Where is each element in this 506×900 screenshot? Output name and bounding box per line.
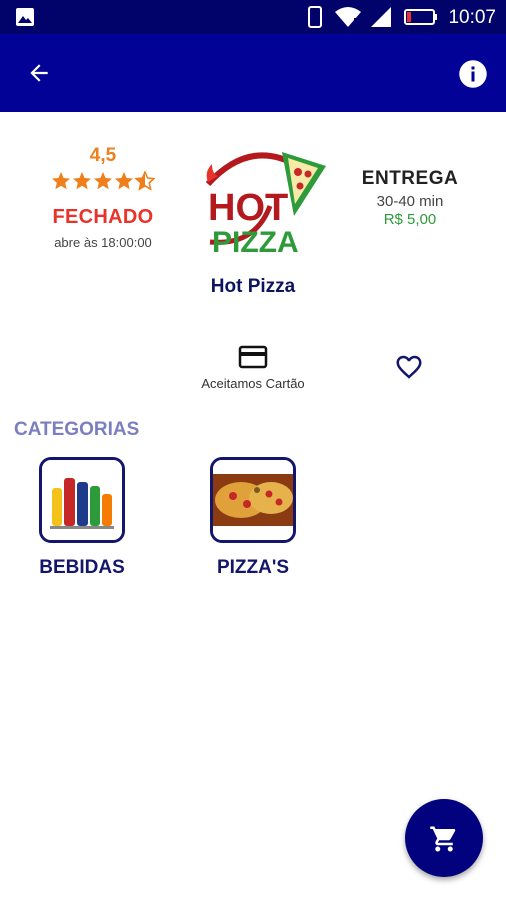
cart-icon xyxy=(430,826,456,852)
half-star-icon xyxy=(134,170,156,191)
rating-section: 4,5 FECHADO abre às 18:00:00 xyxy=(40,145,166,250)
rating-value: 4,5 xyxy=(89,145,117,166)
category-bebidas[interactable]: BEBIDAS xyxy=(17,457,147,579)
status-time: 10:07 xyxy=(448,7,496,28)
category-image-drinks xyxy=(39,457,125,543)
battery-icon xyxy=(404,9,437,25)
delivery-section: ENTREGA 30-40 min R$ 5,00 xyxy=(350,168,470,228)
category-image-pizza xyxy=(210,457,296,543)
back-arrow-icon[interactable] xyxy=(26,60,52,86)
delivery-title: ENTREGA xyxy=(361,168,459,189)
cart-button[interactable] xyxy=(405,799,483,877)
logo-text-top: HOT xyxy=(208,187,288,229)
star-icon xyxy=(73,172,91,190)
credit-card-icon xyxy=(238,345,268,369)
star-icon xyxy=(52,172,70,190)
vibrate-icon xyxy=(308,6,322,28)
star-icon xyxy=(115,172,133,190)
rating-stars xyxy=(52,170,156,191)
heart-outline-icon[interactable] xyxy=(393,352,425,382)
delivery-time: 30-40 min xyxy=(376,193,444,210)
store-status: FECHADO xyxy=(52,206,154,228)
categories-title: CATEGORIAS xyxy=(14,419,140,440)
app-bar xyxy=(0,34,506,112)
image-notification-icon xyxy=(16,8,34,26)
delivery-fee: R$ 5,00 xyxy=(383,211,437,228)
opening-time: abre às 18:00:00 xyxy=(54,235,152,250)
status-bar: 10:07 xyxy=(0,0,506,34)
store-logo: HOT PIZZA xyxy=(205,152,326,258)
wifi-icon xyxy=(335,7,361,27)
info-icon[interactable] xyxy=(458,59,488,89)
payment-label: Aceitamos Cartão xyxy=(201,376,305,391)
category-label: PIZZA'S xyxy=(216,557,290,578)
logo-text-bottom: PIZZA xyxy=(212,226,299,258)
store-name: Hot Pizza xyxy=(210,276,296,297)
star-icon xyxy=(94,172,112,190)
category-pizzas[interactable]: PIZZA'S xyxy=(188,457,318,579)
category-label: BEBIDAS xyxy=(39,557,125,578)
signal-icon xyxy=(371,7,391,27)
payment-info: Aceitamos Cartão xyxy=(190,345,316,391)
